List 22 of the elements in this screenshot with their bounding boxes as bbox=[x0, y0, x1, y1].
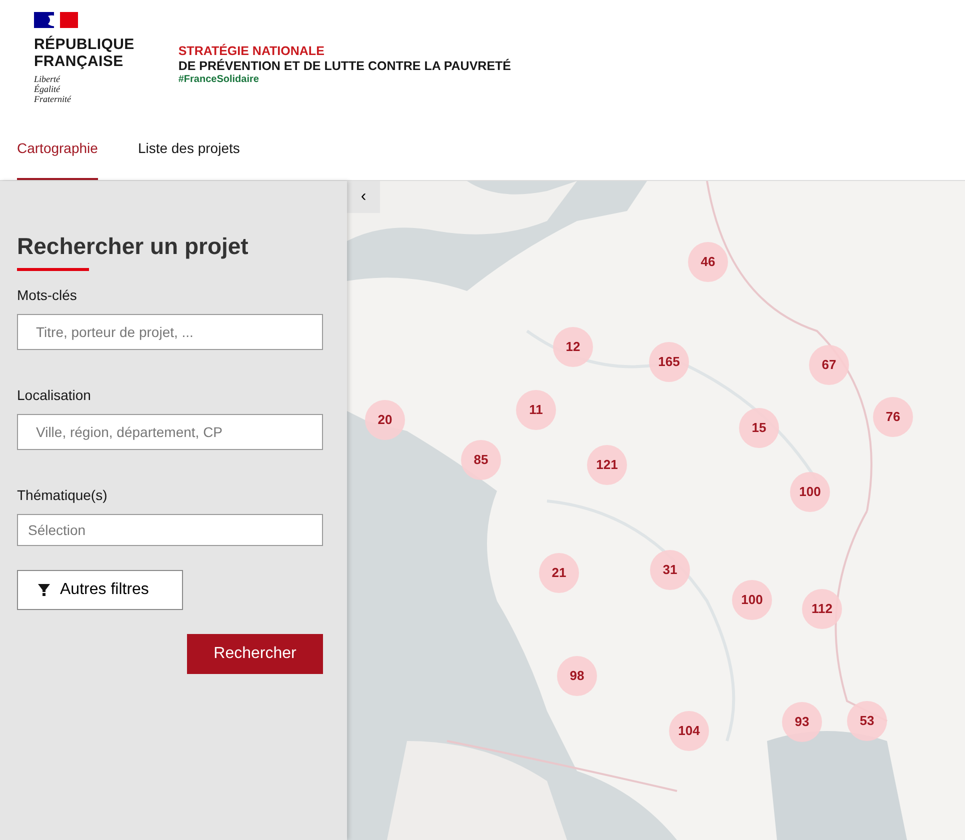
logo-text: RÉPUBLIQUE bbox=[34, 36, 134, 53]
panel-title: Rechercher un projet bbox=[17, 233, 250, 261]
collapse-button[interactable]: ‹ bbox=[347, 181, 380, 213]
logo-text: FRANÇAISE bbox=[34, 53, 124, 70]
tab[interactable]: Liste des projets bbox=[138, 118, 240, 180]
motto-text: Liberté bbox=[34, 74, 62, 84]
title-text: STRATÉGIE NATIONALE bbox=[178, 44, 326, 58]
title-underline bbox=[17, 268, 89, 271]
input-field[interactable]: Ville, région, département, CP bbox=[17, 414, 323, 450]
title-text: DE PRÉVENTION ET DE LUTTE CONTRE LA PAUVRETÉ bbox=[178, 59, 512, 74]
filter-button[interactable]: Autres filtres bbox=[17, 570, 183, 610]
motto-text: Fraternité bbox=[34, 94, 72, 104]
hashtag-text: #FranceSolidaire bbox=[178, 74, 260, 86]
search-button[interactable]: Rechercher bbox=[187, 634, 323, 674]
field-label: Mots-clés bbox=[17, 286, 78, 305]
field-label: Localisation bbox=[17, 386, 92, 405]
field-label: Thématique(s) bbox=[17, 486, 108, 505]
motto-text: Égalité bbox=[34, 84, 62, 94]
funnel-icon bbox=[38, 584, 50, 596]
input-field[interactable]: Titre, porteur de projet, ... bbox=[17, 314, 323, 350]
flag-logo-icon bbox=[34, 12, 78, 28]
select-field[interactable]: Sélection bbox=[17, 514, 323, 546]
